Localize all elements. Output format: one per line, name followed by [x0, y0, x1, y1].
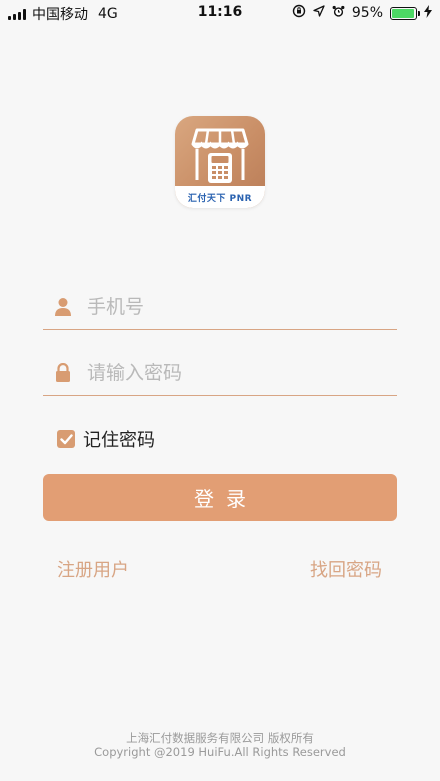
app-logo: 汇付天下 PNR [175, 116, 265, 208]
phone-input[interactable] [87, 295, 367, 318]
status-right: 95% [292, 4, 432, 22]
password-field [43, 350, 397, 396]
phone-field [43, 284, 397, 330]
logo-brand-band: 汇付天下 PNR [175, 186, 265, 208]
battery-icon [390, 6, 420, 20]
checkmark-icon [59, 433, 73, 444]
login-screen: 中国移动 4G 11:16 95% 汇付天下 PNR 手机号 记住密码 登录 注… [0, 0, 440, 781]
portrait-lock-icon [292, 4, 306, 22]
logo-brand-text: 汇付天下 PNR [187, 193, 253, 204]
user-icon [53, 297, 73, 317]
remember-checkbox[interactable] [57, 430, 75, 448]
footer-copyright: Copyright @2019 HuiFu.All Rights Reserve… [94, 745, 346, 759]
forgot-password-link[interactable]: 找回密码 [310, 556, 382, 582]
location-arrow-icon [313, 5, 325, 21]
battery-percent: 95% [351, 5, 383, 21]
alarm-icon [332, 5, 345, 22]
register-link[interactable]: 注册用户 [57, 556, 129, 582]
charging-icon [424, 4, 432, 22]
remember-label: 记住密码 [83, 430, 155, 451]
storefront-icon [191, 128, 249, 183]
lock-icon [53, 363, 73, 383]
footer-company: 上海汇付数据服务有限公司 版权所有 [126, 731, 314, 745]
password-input[interactable] [87, 361, 367, 384]
login-button[interactable]: 登录 [43, 474, 397, 521]
status-bar: 中国移动 4G 11:16 95% [0, 0, 440, 26]
remember-password[interactable]: 记住密码 [57, 426, 155, 452]
